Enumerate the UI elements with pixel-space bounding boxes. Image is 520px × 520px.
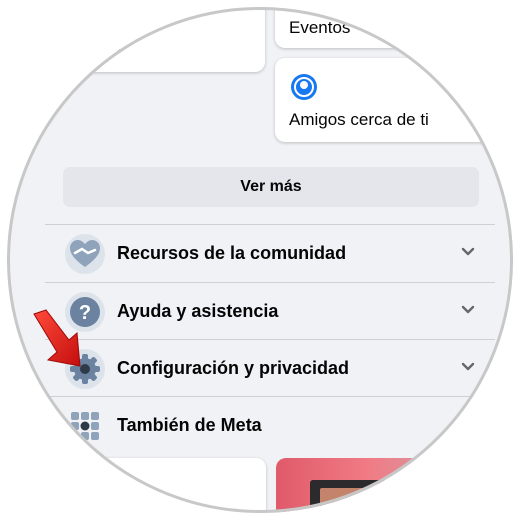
meta-app-card[interactable] bbox=[62, 458, 266, 513]
red-arrow-annotation-icon bbox=[33, 309, 81, 367]
chevron-down-icon[interactable] bbox=[461, 362, 475, 372]
menu-item-also-from-meta[interactable]: También de Meta bbox=[45, 397, 495, 454]
shortcut-card-friends[interactable]: igos bbox=[62, 7, 265, 72]
app-preview-image-detail bbox=[320, 488, 380, 513]
screenshot-stage: igos Eventos Amigos cerca de ti Ver más bbox=[0, 0, 520, 520]
meta-app-card[interactable] bbox=[276, 458, 486, 513]
see-more-button[interactable]: Ver más bbox=[63, 167, 479, 207]
menu-item-label: También de Meta bbox=[117, 415, 262, 435]
nearby-friends-icon bbox=[291, 74, 317, 100]
chevron-down-icon[interactable] bbox=[461, 305, 475, 315]
shortcut-card-events[interactable]: Eventos bbox=[275, 7, 513, 48]
menu-item-label: Ayuda y asistencia bbox=[117, 301, 279, 321]
handshake-heart-icon bbox=[65, 233, 105, 274]
chevron-down-icon[interactable] bbox=[461, 247, 475, 257]
magnifier-viewport: igos Eventos Amigos cerca de ti Ver más bbox=[7, 7, 513, 513]
nearby-dot-shape bbox=[300, 81, 308, 89]
menu-item-community-resources[interactable]: Recursos de la comunidad bbox=[45, 225, 495, 282]
menu-item-settings-privacy[interactable]: Configuración y privacidad bbox=[45, 340, 495, 397]
shortcut-friends-label: igos bbox=[90, 36, 122, 55]
grid-icon bbox=[65, 406, 105, 446]
shortcut-card-nearby-friends[interactable]: Amigos cerca de ti bbox=[275, 58, 513, 142]
menu-item-help-support[interactable]: ? Ayuda y asistencia bbox=[45, 283, 495, 340]
shortcut-nearby-label: Amigos cerca de ti bbox=[289, 110, 429, 129]
menu-item-label: Configuración y privacidad bbox=[117, 358, 350, 378]
shortcut-events-label: Eventos bbox=[289, 18, 351, 37]
menu-item-label: Recursos de la comunidad bbox=[117, 243, 347, 263]
